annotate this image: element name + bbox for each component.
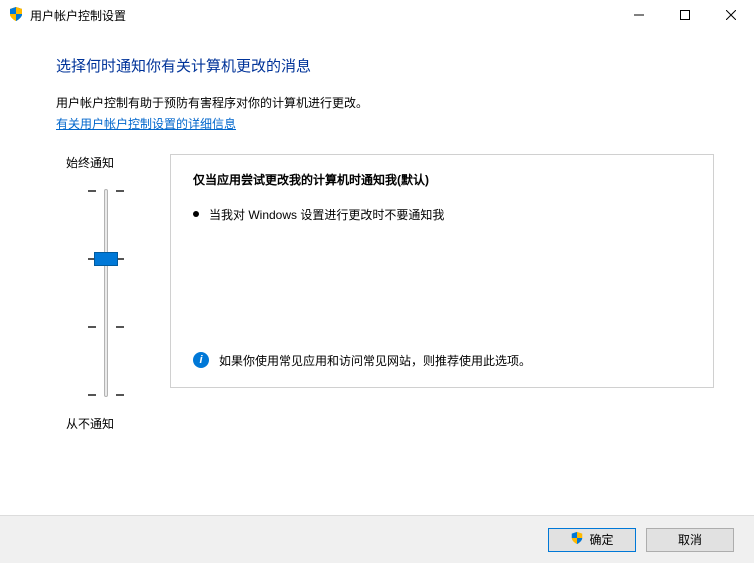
panel-footer-text: 如果你使用常见应用和访问常见网站，则推荐使用此选项。 — [219, 352, 531, 369]
bullet-icon — [193, 211, 199, 217]
slider-track — [104, 189, 108, 397]
slider-top-label: 始终通知 — [66, 154, 114, 171]
description-panel: 仅当应用尝试更改我的计算机时通知我(默认) 当我对 Windows 设置进行更改… — [170, 154, 714, 388]
minimize-button[interactable] — [616, 0, 662, 30]
slider-column: 始终通知 从不通知 — [56, 154, 156, 432]
button-bar: 确定 取消 — [0, 515, 754, 563]
page-heading: 选择何时通知你有关计算机更改的消息 — [56, 55, 714, 76]
notification-slider[interactable] — [86, 189, 126, 397]
shield-icon — [8, 6, 24, 25]
maximize-button[interactable] — [662, 0, 708, 30]
ok-button[interactable]: 确定 — [548, 528, 636, 552]
panel-footer: i 如果你使用常见应用和访问常见网站，则推荐使用此选项。 — [193, 352, 691, 369]
window-controls — [616, 0, 754, 30]
page-subtext: 用户帐户控制有助于预防有害程序对你的计算机进行更改。 — [56, 94, 714, 111]
ok-button-label: 确定 — [589, 531, 613, 548]
title-bar-left: 用户帐户控制设置 — [0, 6, 126, 25]
shield-icon — [570, 531, 584, 548]
close-button[interactable] — [708, 0, 754, 30]
panel-title: 仅当应用尝试更改我的计算机时通知我(默认) — [193, 171, 691, 188]
slider-bottom-label: 从不通知 — [66, 415, 114, 432]
client-area: 选择何时通知你有关计算机更改的消息 用户帐户控制有助于预防有害程序对你的计算机进… — [0, 31, 754, 432]
window-title: 用户帐户控制设置 — [30, 7, 126, 24]
cancel-button[interactable]: 取消 — [646, 528, 734, 552]
cancel-button-label: 取消 — [678, 531, 702, 548]
slider-thumb[interactable] — [94, 252, 118, 266]
title-bar: 用户帐户控制设置 — [0, 0, 754, 31]
body-zone: 始终通知 从不通知 仅当应用尝试更改我的计算机时通知我(默认) 当我对 Wind… — [56, 154, 714, 432]
panel-bullet-text: 当我对 Windows 设置进行更改时不要通知我 — [209, 206, 444, 223]
info-icon: i — [193, 352, 209, 368]
learn-more-link[interactable]: 有关用户帐户控制设置的详细信息 — [56, 117, 236, 131]
panel-bullet: 当我对 Windows 设置进行更改时不要通知我 — [193, 206, 691, 223]
